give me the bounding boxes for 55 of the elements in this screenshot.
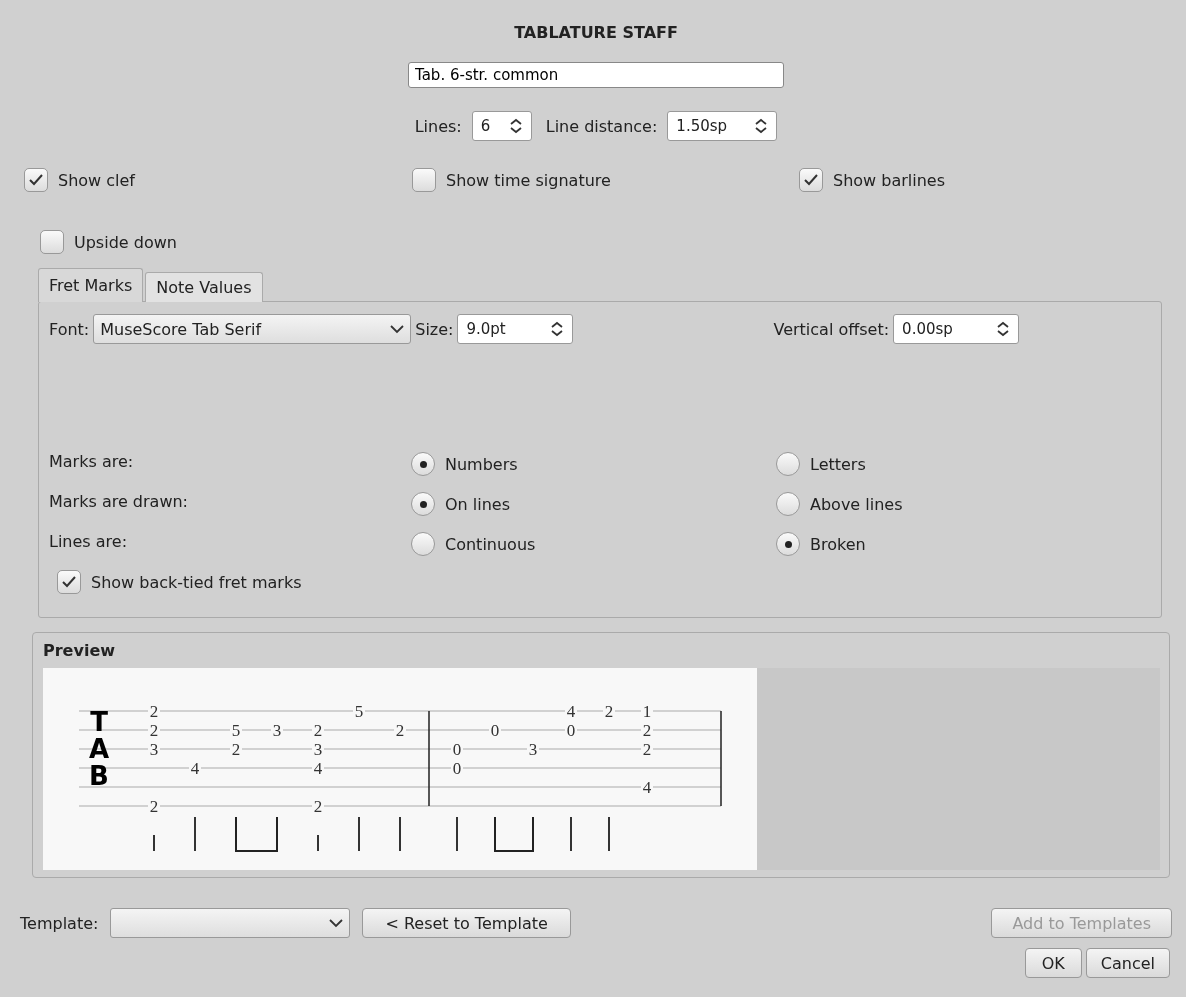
reset-button[interactable]: < Reset to Template: [362, 908, 571, 938]
radio-button[interactable]: [411, 532, 435, 556]
radio-label: Continuous: [445, 534, 536, 554]
dialog-title: TABLATURE STAFF: [513, 23, 679, 42]
radio-button[interactable]: [411, 492, 435, 516]
spin-box[interactable]: 6: [471, 111, 532, 141]
tablature-staff-drawing: T A B 2 2 3 2 4 5 2 3 2 3 4 2 5 2 0 0 0 3 4 0 2 1 2 2 4: [43, 679, 743, 859]
checkbox-label: Upside down: [74, 232, 177, 252]
up-down-arrows-icon[interactable]: [508, 118, 523, 134]
spin-box[interactable]: 9.0pt: [457, 314, 574, 344]
dialog-button[interactable]: OK: [1024, 948, 1082, 978]
row-label: Lines are:: [49, 532, 129, 553]
radio-label: Numbers: [445, 454, 518, 474]
radio-label: Letters: [810, 454, 866, 474]
checkbox[interactable]: [40, 230, 64, 254]
spin-box[interactable]: 1.50sp: [667, 111, 778, 141]
tab[interactable]: Note Values: [145, 272, 263, 302]
up-down-arrows-icon[interactable]: [996, 321, 1011, 337]
checkbox[interactable]: [24, 168, 48, 192]
radio-label: On lines: [445, 494, 511, 514]
caret-icon: [390, 324, 405, 334]
field-label: Size:: [415, 319, 454, 339]
checkbox-label: Show barlines: [833, 170, 945, 190]
checkbox[interactable]: [799, 168, 823, 192]
radio-label: Above lines: [810, 494, 903, 514]
radio-button[interactable]: [776, 452, 800, 476]
name-field[interactable]: Tab. 6-str. common: [408, 62, 784, 88]
radio-button[interactable]: [776, 492, 800, 516]
check-icon: [28, 173, 44, 187]
spin-box[interactable]: 0.00sp: [893, 314, 1020, 344]
font-dropdown[interactable]: MuseScore Tab Serif: [93, 314, 412, 344]
spinner-label: Line distance:: [545, 116, 658, 136]
check-icon: [803, 173, 819, 187]
field-label: Template:: [20, 913, 99, 933]
template-dropdown[interactable]: [110, 908, 351, 938]
row-label: Marks are:: [49, 452, 135, 473]
group-title: Preview: [43, 641, 116, 660]
dialog-button[interactable]: Cancel: [1085, 948, 1170, 978]
caret-icon: [329, 918, 344, 928]
radio-button[interactable]: [776, 532, 800, 556]
checkbox-label: Show back-tied fret marks: [91, 572, 302, 592]
field-label: Vertical offset:: [773, 319, 890, 339]
row-label: Marks are drawn:: [49, 492, 189, 513]
tab[interactable]: Fret Marks: [38, 268, 144, 302]
radio-button[interactable]: [411, 452, 435, 476]
checkbox-label: Show clef: [58, 170, 135, 190]
radio-label: Broken: [810, 534, 866, 554]
spinner-label: Lines:: [414, 116, 462, 136]
checkbox[interactable]: [57, 570, 81, 594]
up-down-arrows-icon[interactable]: [754, 118, 769, 134]
field-label: Font:: [49, 319, 90, 339]
up-down-arrows-icon[interactable]: [550, 321, 565, 337]
check-icon: [61, 575, 77, 589]
checkbox-label: Show time signature: [446, 170, 611, 190]
checkbox[interactable]: [412, 168, 436, 192]
